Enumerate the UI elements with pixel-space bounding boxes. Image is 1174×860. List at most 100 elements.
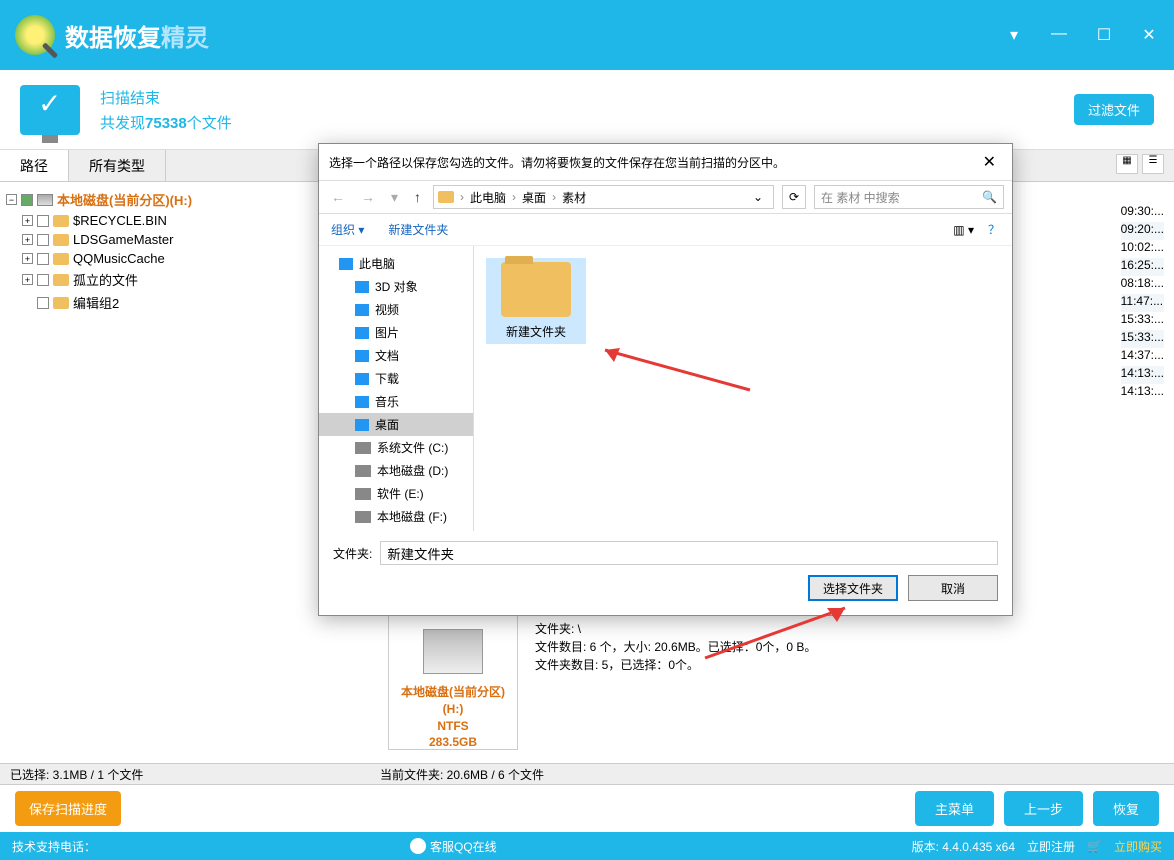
register-link[interactable]: 立即注册 <box>1027 838 1075 855</box>
timestamp-cell: 15:33:... <box>1121 312 1164 330</box>
breadcrumb-segment[interactable]: 桌面 <box>518 189 550 206</box>
main-menu-button[interactable]: 主菜单 <box>915 791 994 826</box>
checkbox[interactable] <box>37 253 49 265</box>
tree-item[interactable]: +LDSGameMaster <box>6 230 314 249</box>
nav-back-icon[interactable]: ← <box>327 189 349 205</box>
choose-folder-button[interactable]: 选择文件夹 <box>808 575 898 601</box>
grid-view-icon[interactable]: ▦ <box>1116 154 1138 174</box>
checkbox[interactable] <box>21 194 33 206</box>
dialog-tree-item[interactable]: 图片 <box>319 321 473 344</box>
dialog-body: 此电脑3D 对象视频图片文档下载音乐桌面系统文件 (C:)本地磁盘 (D:)软件… <box>319 246 1012 531</box>
folder-tile-label: 新建文件夹 <box>490 323 582 340</box>
disk-summary-card[interactable]: 本地磁盘(当前分区)(H:) NTFS 283.5GB <box>388 615 518 750</box>
folder-tile-selected[interactable]: 新建文件夹 <box>486 258 586 344</box>
dialog-nav: ← → ▾ ↑ › 此电脑› 桌面› 素材 ⌄ ⟳ 在 素材 中搜索 🔍 <box>319 180 1012 214</box>
dialog-close-icon[interactable]: ✕ <box>977 152 1002 172</box>
checkbox[interactable] <box>37 297 49 309</box>
app-title: 数据恢复精灵 <box>65 18 209 53</box>
dialog-tree-item[interactable]: 桌面 <box>319 413 473 436</box>
expand-icon[interactable]: + <box>22 234 33 245</box>
search-placeholder: 在 素材 中搜索 <box>821 189 900 206</box>
tab-all-types[interactable]: 所有类型 <box>69 150 166 181</box>
drv-icon <box>355 465 371 477</box>
help-icon[interactable]: ？ <box>988 221 1000 238</box>
filter-files-button[interactable]: 过滤文件 <box>1074 94 1154 125</box>
list-view-icon[interactable]: ☰ <box>1142 154 1164 174</box>
breadcrumb[interactable]: › 此电脑› 桌面› 素材 ⌄ <box>433 185 774 209</box>
buy-now-link[interactable]: 立即购买 <box>1114 838 1162 855</box>
breadcrumb-dropdown-icon[interactable]: ⌄ <box>747 190 769 204</box>
prev-step-button[interactable]: 上一步 <box>1004 791 1083 826</box>
tree-item[interactable]: +$RECYCLE.BIN <box>6 211 314 230</box>
dialog-tree-item[interactable]: 视频 <box>319 298 473 321</box>
timestamp-cell: 11:47:... <box>1121 294 1164 312</box>
dialog-tree-item[interactable]: 系统文件 (C:) <box>319 436 473 459</box>
refresh-icon[interactable]: ⟳ <box>782 185 806 209</box>
action-bar: 保存扫描进度 主菜单 上一步 恢复 <box>0 785 1174 832</box>
expand-icon[interactable]: + <box>22 274 33 285</box>
view-options-icon[interactable]: ▥ ▾ <box>953 223 974 237</box>
breadcrumb-segment[interactable]: 素材 <box>558 189 590 206</box>
dialog-tree-item[interactable]: 本地磁盘 (D:) <box>319 459 473 482</box>
tab-path[interactable]: 路径 <box>0 150 69 181</box>
dialog-buttons: 选择文件夹 取消 <box>319 575 1012 615</box>
folder-name-input[interactable] <box>380 541 998 565</box>
checkbox[interactable] <box>37 274 49 286</box>
doc-icon <box>355 350 369 362</box>
save-folder-dialog: 选择一个路径以保存您勾选的文件。请勿将要恢复的文件保存在您当前扫描的分区中。 ✕… <box>318 143 1013 616</box>
close-icon[interactable]: ✕ <box>1139 25 1159 45</box>
dl-icon <box>355 373 369 385</box>
dialog-content[interactable]: 新建文件夹 <box>474 246 1012 531</box>
new-folder-button[interactable]: 新建文件夹 <box>388 221 448 238</box>
desk-icon <box>355 419 369 431</box>
timestamp-cell: 10:02:... <box>1121 240 1164 258</box>
tree-item[interactable]: +孤立的文件 <box>6 268 314 291</box>
search-input[interactable]: 在 素材 中搜索 🔍 <box>814 185 1004 209</box>
current-folder-info: 当前文件夹: 20.6MB / 6 个文件 <box>380 766 544 783</box>
dialog-tree-item[interactable]: 此电脑 <box>319 252 473 275</box>
folder-tree: − 本地磁盘(当前分区)(H:) +$RECYCLE.BIN +LDSGameM… <box>0 182 320 760</box>
pc-icon <box>339 258 353 270</box>
recover-button[interactable]: 恢复 <box>1093 791 1159 826</box>
tree-root[interactable]: − 本地磁盘(当前分区)(H:) <box>6 188 314 211</box>
nav-forward-icon[interactable]: → <box>357 189 379 205</box>
checkbox[interactable] <box>37 215 49 227</box>
timestamp-cell: 08:18:... <box>1121 276 1164 294</box>
save-progress-button[interactable]: 保存扫描进度 <box>15 791 121 826</box>
status-text-block: 扫描结束 共发现75338个文件 <box>100 87 232 133</box>
collapse-icon[interactable]: − <box>6 194 17 205</box>
disk-icon <box>37 194 53 206</box>
breadcrumb-segment[interactable]: 此电脑 <box>466 189 510 206</box>
organize-menu[interactable]: 组织 ▾ <box>331 221 364 238</box>
timestamp-cell: 15:33:... <box>1121 330 1164 348</box>
vid-icon <box>355 304 369 316</box>
minimize-icon[interactable]: — <box>1049 25 1069 45</box>
tree-root-label: 本地磁盘(当前分区)(H:) <box>57 190 192 209</box>
dialog-tree-item[interactable]: 软件 (E:) <box>319 482 473 505</box>
qq-support[interactable]: 客服QQ在线 <box>410 838 497 855</box>
view-toggle: ▦ ☰ <box>1106 150 1174 181</box>
timestamp-cell: 14:13:... <box>1121 366 1164 384</box>
drv-icon <box>355 488 371 500</box>
dialog-tree-item[interactable]: 本地磁盘 (F:) <box>319 505 473 528</box>
title-accent: 精灵 <box>161 25 209 52</box>
nav-dropdown-icon[interactable]: ▾ <box>387 189 402 206</box>
dialog-tree-item[interactable]: 3D 对象 <box>319 275 473 298</box>
tree-item[interactable]: +QQMusicCache <box>6 249 314 268</box>
folder-field-label: 文件夹: <box>333 545 372 562</box>
nav-up-icon[interactable]: ↑ <box>410 189 425 205</box>
dialog-tree-item[interactable]: 音乐 <box>319 390 473 413</box>
qq-icon <box>410 838 426 854</box>
timestamp-column: 09:30:...09:20:...10:02:...16:25:...08:1… <box>1121 204 1164 402</box>
expand-icon[interactable]: + <box>22 215 33 226</box>
maximize-icon[interactable]: ☐ <box>1094 25 1114 45</box>
dialog-tree-item[interactable]: 文档 <box>319 344 473 367</box>
disk-icon <box>423 629 483 674</box>
checkbox[interactable] <box>37 234 49 246</box>
expand-icon[interactable]: + <box>22 253 33 264</box>
cancel-button[interactable]: 取消 <box>908 575 998 601</box>
dialog-tree-item[interactable]: 下载 <box>319 367 473 390</box>
footer: 技术支持电话： 客服QQ在线 版本: 4.4.0.435 x64 立即注册 🛒 … <box>0 832 1174 860</box>
tree-item[interactable]: 编辑组2 <box>6 291 314 314</box>
options-icon[interactable]: ▾ <box>1004 25 1024 45</box>
